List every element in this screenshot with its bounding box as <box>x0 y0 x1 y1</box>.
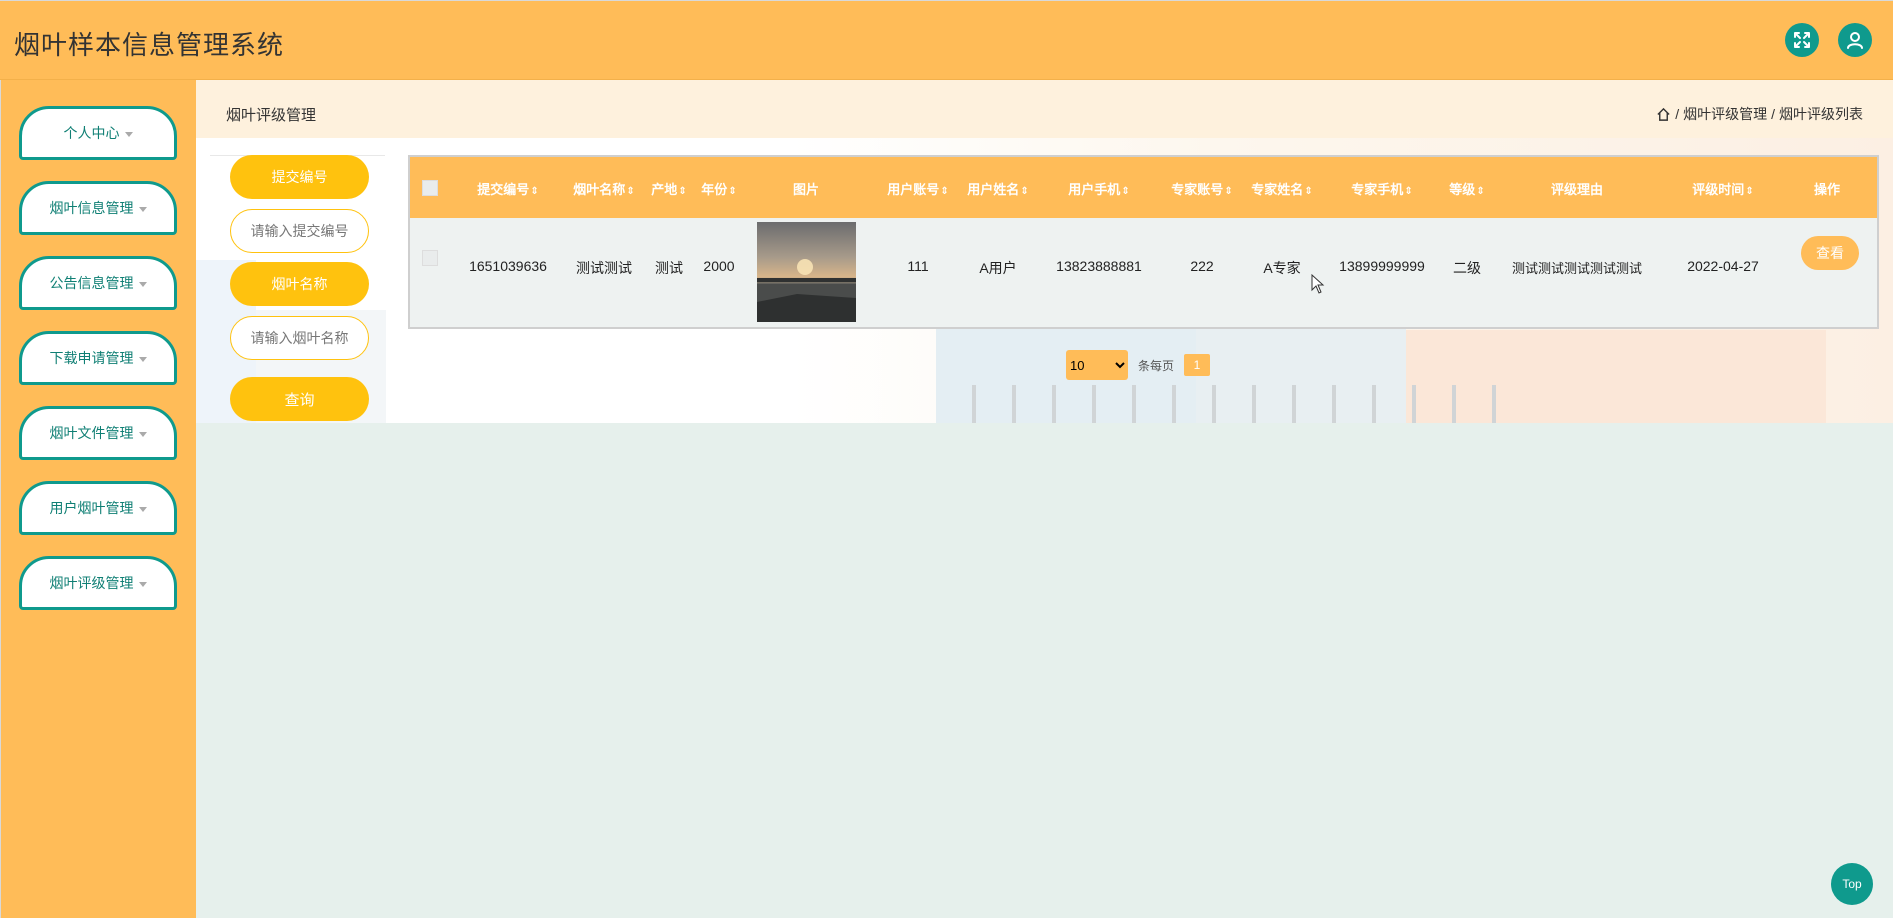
table-header: 提交编号⇕ 烟叶名称⇕ 产地⇕ 年份⇕ 图片 用户账号⇕ 用户姓名⇕ 用户手机⇕… <box>410 157 1877 218</box>
cell-time: 2022-04-27 <box>1687 258 1759 274</box>
caret-down-icon <box>138 281 147 287</box>
sort-icon: ⇕ <box>1404 186 1413 197</box>
column-header: 图片 <box>792 182 820 197</box>
view-button[interactable]: 查看 <box>1801 236 1859 270</box>
sidebar-item-label: 用户烟叶管理 <box>49 500 134 516</box>
breadcrumb-item-current: 烟叶评级列表 <box>1779 106 1863 122</box>
sort-icon: ⇕ <box>1020 186 1029 197</box>
caret-down-icon <box>138 506 147 512</box>
caret-down-icon <box>124 131 133 137</box>
column-header[interactable]: 评级时间⇕ <box>1692 179 1753 198</box>
home-icon[interactable] <box>1656 107 1671 122</box>
cell-grade: 二级 <box>1453 260 1481 276</box>
expand-icon <box>1794 32 1810 48</box>
sidebar-item-label: 烟叶文件管理 <box>49 425 134 441</box>
caret-down-icon <box>138 581 147 587</box>
breadcrumb: / 烟叶评级管理 / 烟叶评级列表 <box>1656 104 1863 124</box>
pagination: 10 条每页 1 <box>1066 350 1211 380</box>
caret-down-icon <box>138 356 147 362</box>
submit-no-label: 提交编号 <box>230 155 369 199</box>
query-button[interactable]: 查询 <box>230 377 369 421</box>
cell-reason: 测试测试测试测试测试 <box>1511 261 1643 276</box>
sort-icon: ⇕ <box>1121 186 1130 197</box>
sidebar: 个人中心 烟叶信息管理 公告信息管理 下载申请管理 烟叶文件管理 用户烟叶管理 … <box>0 80 196 918</box>
cell-expert-account: 222 <box>1190 258 1214 274</box>
page-size-select[interactable]: 10 <box>1066 350 1128 380</box>
page-number-current[interactable]: 1 <box>1184 354 1211 376</box>
main-content: 烟叶评级管理 / 烟叶评级管理 / 烟叶评级列表 提交编号 烟叶名称 查询 提交… <box>196 80 1893 423</box>
breadcrumb-separator: / <box>1675 106 1680 122</box>
column-header[interactable]: 用户手机⇕ <box>1068 179 1129 198</box>
fullscreen-button[interactable] <box>1785 23 1819 57</box>
column-header[interactable]: 产地⇕ <box>651 179 686 198</box>
sidebar-item-tobacco-info[interactable]: 烟叶信息管理 <box>19 181 177 235</box>
breadcrumb-separator: / <box>1771 106 1775 122</box>
app-title: 烟叶样本信息管理系统 <box>14 30 285 60</box>
caret-down-icon <box>138 431 147 437</box>
sidebar-item-tobacco-grading[interactable]: 烟叶评级管理 <box>19 556 177 610</box>
column-header[interactable]: 专家手机⇕ <box>1351 179 1412 198</box>
column-header[interactable]: 提交编号⇕ <box>477 179 538 198</box>
sidebar-item-user-tobacco[interactable]: 用户烟叶管理 <box>19 481 177 535</box>
sidebar-item-label: 烟叶信息管理 <box>49 200 134 216</box>
sidebar-item-label: 烟叶评级管理 <box>49 575 134 591</box>
sort-icon: ⇕ <box>1476 186 1485 197</box>
sidebar-item-label: 下载申请管理 <box>49 350 134 366</box>
cell-submit-no: 1651039636 <box>469 258 547 274</box>
tobacco-name-label: 烟叶名称 <box>230 262 369 306</box>
column-header[interactable]: 用户账号⇕ <box>887 179 948 198</box>
sidebar-item-announcements[interactable]: 公告信息管理 <box>19 256 177 310</box>
submit-no-input[interactable] <box>230 209 369 253</box>
sidebar-item-label: 个人中心 <box>63 125 120 141</box>
select-all-checkbox[interactable] <box>422 180 438 196</box>
top-header: 烟叶样本信息管理系统 <box>0 0 1893 80</box>
column-header: 操作 <box>1813 182 1841 197</box>
back-to-top-button[interactable]: Top <box>1831 863 1873 905</box>
column-header[interactable]: 年份⇕ <box>701 179 736 198</box>
sidebar-item-personal-center[interactable]: 个人中心 <box>19 106 177 160</box>
column-header[interactable]: 专家姓名⇕ <box>1251 179 1312 198</box>
user-icon <box>1847 32 1863 49</box>
sort-icon: ⇕ <box>1745 186 1754 197</box>
user-button[interactable] <box>1838 23 1872 57</box>
cell-year: 2000 <box>703 258 735 274</box>
cell-origin: 测试 <box>655 260 683 276</box>
cell-expert-name: A专家 <box>1263 260 1301 276</box>
per-page-label: 条每页 <box>1138 358 1175 373</box>
sidebar-item-download-requests[interactable]: 下载申请管理 <box>19 331 177 385</box>
page-title: 烟叶评级管理 <box>226 107 317 124</box>
column-header[interactable]: 烟叶名称⇕ <box>573 179 634 198</box>
sidebar-item-tobacco-files[interactable]: 烟叶文件管理 <box>19 406 177 460</box>
sample-image[interactable] <box>757 222 856 322</box>
sort-icon: ⇕ <box>678 186 687 197</box>
table-row: 1651039636 测试测试 测试 2000 111 A用户 13823888… <box>410 218 1877 327</box>
photo-thumbnail <box>757 222 856 322</box>
breadcrumb-item[interactable]: 烟叶评级管理 <box>1683 104 1767 124</box>
cell-user-name: A用户 <box>979 260 1017 276</box>
sort-icon: ⇕ <box>1304 186 1313 197</box>
sort-icon: ⇕ <box>728 186 737 197</box>
column-header[interactable]: 专家账号⇕ <box>1171 179 1232 198</box>
column-header[interactable]: 等级⇕ <box>1449 179 1484 198</box>
sort-icon: ⇕ <box>626 186 635 197</box>
sidebar-item-label: 公告信息管理 <box>49 275 134 291</box>
cell-user-account: 111 <box>907 258 929 274</box>
caret-down-icon <box>138 206 147 212</box>
sort-icon: ⇕ <box>530 186 539 197</box>
cell-user-phone: 13823888881 <box>1056 258 1142 274</box>
cell-tobacco-name: 测试测试 <box>576 260 632 276</box>
grading-table: 提交编号⇕ 烟叶名称⇕ 产地⇕ 年份⇕ 图片 用户账号⇕ 用户姓名⇕ 用户手机⇕… <box>408 155 1879 329</box>
row-checkbox[interactable] <box>422 250 438 266</box>
sort-icon: ⇕ <box>1224 186 1233 197</box>
cell-expert-phone: 13899999999 <box>1339 258 1425 274</box>
column-header: 评级理由 <box>1550 182 1604 197</box>
tobacco-name-input[interactable] <box>230 316 369 360</box>
mouse-cursor-icon <box>1311 274 1325 294</box>
page-header-bar: 烟叶评级管理 / 烟叶评级管理 / 烟叶评级列表 <box>196 80 1893 138</box>
sort-icon: ⇕ <box>940 186 949 197</box>
column-header[interactable]: 用户姓名⇕ <box>967 179 1028 198</box>
